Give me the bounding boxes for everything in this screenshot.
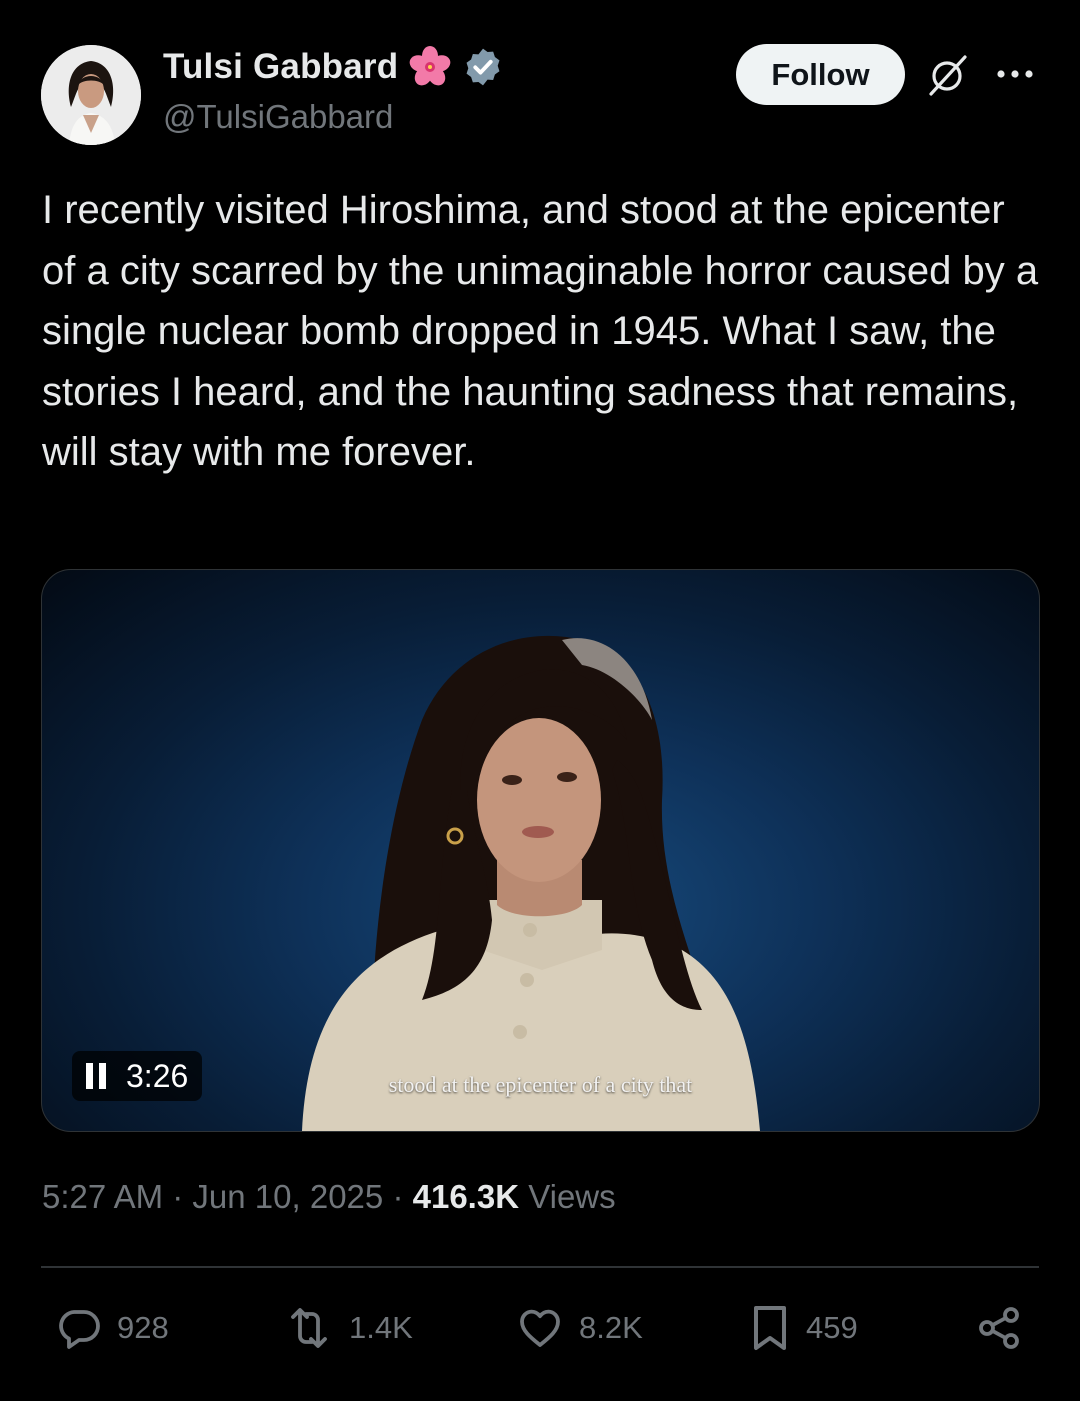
views-count: 416.3K [412,1178,520,1215]
avatar-image [41,45,141,145]
bookmark-count: 459 [806,1310,858,1345]
bookmark-icon [754,1306,786,1350]
heart-icon [520,1309,560,1347]
share-button[interactable] [975,1303,1023,1353]
video-player[interactable]: 3:26 stood at the epicenter of a city th… [41,569,1040,1132]
video-frame [302,635,760,1131]
grok-icon[interactable] [925,52,971,98]
verified-badge-icon [466,48,500,86]
reply-icon [59,1310,100,1349]
views-label: Views [528,1178,616,1215]
repost-icon [291,1308,327,1348]
meta-separator: · [392,1178,404,1215]
hibiscus-icon [409,46,451,86]
reply-count: 928 [117,1310,169,1345]
post-time[interactable]: 5:27 AM [42,1178,163,1215]
reply-button[interactable]: 928 [55,1303,169,1353]
like-count: 8.2K [579,1310,643,1345]
meta-separator: · [172,1178,184,1215]
tweet-page: Tulsi Gabbard @TulsiGabbard Follow I rec… [0,0,1080,1401]
share-icon [979,1307,1019,1349]
divider [41,1266,1039,1268]
post-date[interactable]: Jun 10, 2025 [192,1178,383,1215]
avatar[interactable] [41,45,141,145]
user-handle[interactable]: @TulsiGabbard [163,98,393,136]
video-caption: stood at the epicenter of a city that [388,1072,693,1097]
display-name[interactable]: Tulsi Gabbard [163,47,398,87]
display-name-row[interactable]: Tulsi Gabbard [163,45,504,89]
tweet-meta: 5:27 AM · Jun 10, 2025 · 416.3K Views [42,1178,616,1216]
like-button[interactable]: 8.2K [515,1303,643,1353]
repost-count: 1.4K [349,1310,413,1345]
bookmark-button[interactable]: 459 [748,1303,858,1353]
tweet-text: I recently visited Hiroshima, and stood … [42,188,1039,474]
repost-button[interactable]: 1.4K [283,1303,413,1353]
follow-button[interactable]: Follow [736,44,905,105]
more-options-icon[interactable] [996,62,1036,86]
